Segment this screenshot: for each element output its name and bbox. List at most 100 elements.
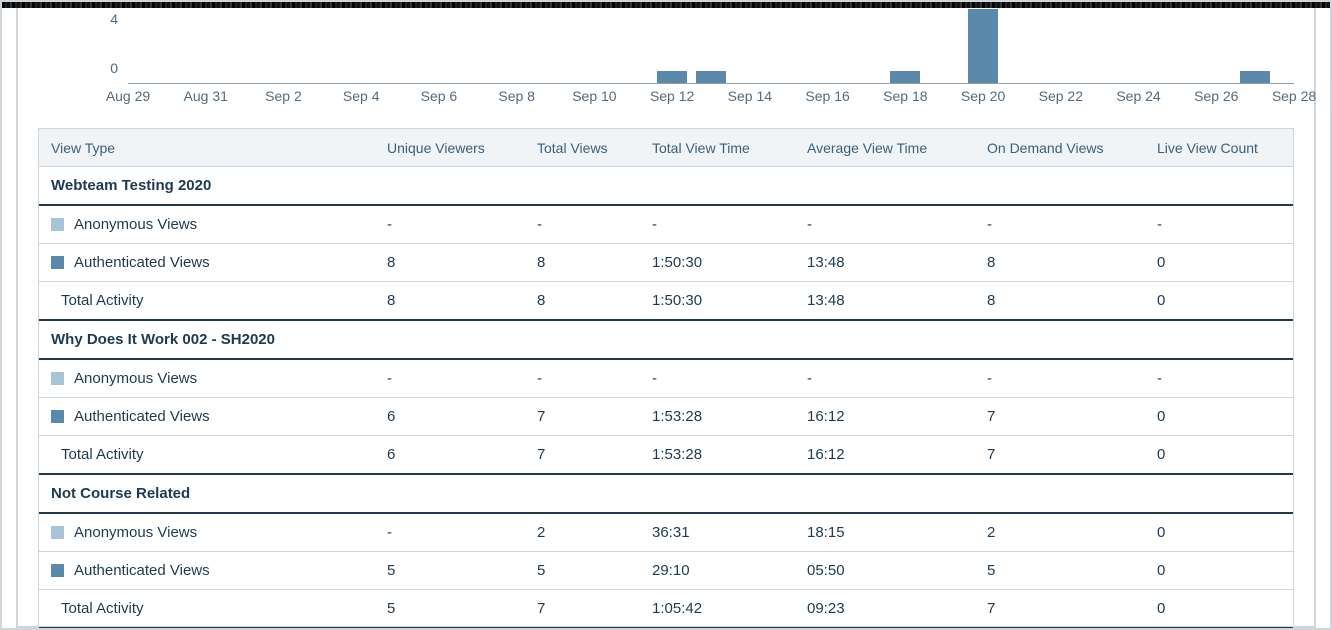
- table-header-cell[interactable]: Average View Time: [795, 131, 975, 165]
- table-cell: 05:50: [795, 553, 975, 588]
- table-group-row: Not Course Related: [39, 475, 1293, 514]
- table-cell: 8: [375, 245, 525, 280]
- swatch-authenticated-icon: [51, 564, 64, 577]
- chart-x-tick: Sep 2: [265, 88, 302, 104]
- chart-y-tick: 4: [110, 11, 118, 27]
- table-row: Authenticated Views5529:1005:5050: [39, 552, 1293, 590]
- table-cell: 7: [975, 437, 1145, 472]
- table-cell: 6: [375, 437, 525, 472]
- table-cell: 1:53:28: [640, 399, 795, 434]
- table-header-cell[interactable]: Live View Count: [1145, 131, 1293, 165]
- row-label: Anonymous Views: [74, 216, 197, 233]
- table-header-cell[interactable]: Total View Time: [640, 131, 795, 165]
- table-cell: -: [975, 207, 1145, 242]
- table-group-title: Why Does It Work 002 - SH2020: [39, 322, 1293, 357]
- table-cell: 29:10: [640, 553, 795, 588]
- chart-x-tick: Sep 24: [1116, 88, 1160, 104]
- table-row: Authenticated Views671:53:2816:1270: [39, 398, 1293, 436]
- table-cell: -: [525, 207, 640, 242]
- table-cell-view-type: Total Activity: [39, 283, 375, 318]
- table-cell: -: [795, 361, 975, 396]
- table-group-title: Not Course Related: [39, 476, 1293, 511]
- chart-x-tick: Sep 26: [1194, 88, 1238, 104]
- table-cell-view-type: Authenticated Views: [39, 399, 375, 434]
- swatch-authenticated-icon: [51, 410, 64, 423]
- table-header-cell[interactable]: Total Views: [525, 131, 640, 165]
- table-cell-view-type: Anonymous Views: [39, 361, 375, 396]
- chart-y-axis: 04: [38, 10, 124, 84]
- table-cell: 36:31: [640, 515, 795, 550]
- table-header-cell[interactable]: On Demand Views: [975, 131, 1145, 165]
- chart-x-tick: Aug 29: [106, 88, 150, 104]
- table-row: Total Activity671:53:2816:1270: [39, 436, 1293, 475]
- table-cell: 8: [375, 283, 525, 318]
- table-cell: 18:15: [795, 515, 975, 550]
- table-cell-view-type: Total Activity: [39, 591, 375, 626]
- table-cell: -: [640, 207, 795, 242]
- chart-bar: [968, 9, 998, 83]
- table-cell: 13:48: [795, 283, 975, 318]
- table-header-row: View TypeUnique ViewersTotal ViewsTotal …: [39, 129, 1293, 167]
- table-cell: 2: [525, 515, 640, 550]
- chart-y-tick: 0: [110, 60, 118, 76]
- table-cell: 09:23: [795, 591, 975, 626]
- chart-section: 04 Aug 29Aug 31Sep 2Sep 4Sep 6Sep 8Sep 1…: [38, 2, 1294, 102]
- table-cell: 0: [1145, 245, 1293, 280]
- row-label: Total Activity: [61, 446, 144, 463]
- table-cell: 0: [1145, 553, 1293, 588]
- table-cell: -: [375, 361, 525, 396]
- table-cell: 1:50:30: [640, 245, 795, 280]
- table-header-cell[interactable]: View Type: [39, 131, 375, 165]
- table-cell: 8: [975, 283, 1145, 318]
- table-row: Anonymous Views-236:3118:1520: [39, 514, 1293, 552]
- chart-x-tick: Sep 10: [572, 88, 616, 104]
- table-cell: 5: [375, 591, 525, 626]
- table-cell: 0: [1145, 399, 1293, 434]
- table-cell: -: [975, 361, 1145, 396]
- chart-x-tick: Sep 12: [650, 88, 694, 104]
- table-row: Total Activity881:50:3013:4880: [39, 282, 1293, 321]
- table-cell: -: [375, 207, 525, 242]
- row-label: Authenticated Views: [74, 562, 210, 579]
- table-cell: 13:48: [795, 245, 975, 280]
- table-group-row: Why Does It Work 002 - SH2020: [39, 321, 1293, 360]
- table-row: Authenticated Views881:50:3013:4880: [39, 244, 1293, 282]
- chart-x-tick: Sep 6: [421, 88, 458, 104]
- table-cell: 16:12: [795, 437, 975, 472]
- table-cell-view-type: Anonymous Views: [39, 207, 375, 242]
- swatch-anonymous-icon: [51, 218, 64, 231]
- table-cell: 7: [525, 437, 640, 472]
- table-cell: -: [795, 207, 975, 242]
- table-row: Total Activity571:05:4209:2370: [39, 590, 1293, 629]
- stats-table: View TypeUnique ViewersTotal ViewsTotal …: [38, 128, 1294, 629]
- table-cell-view-type: Authenticated Views: [39, 245, 375, 280]
- table-cell: 0: [1145, 515, 1293, 550]
- table-cell: 7: [525, 591, 640, 626]
- table-cell: 1:50:30: [640, 283, 795, 318]
- chart-x-tick: Sep 8: [498, 88, 535, 104]
- table-cell: 7: [525, 399, 640, 434]
- table-cell: -: [375, 515, 525, 550]
- swatch-anonymous-icon: [51, 526, 64, 539]
- chart-x-tick: Sep 28: [1272, 88, 1316, 104]
- chart-x-tick: Aug 31: [184, 88, 228, 104]
- swatch-anonymous-icon: [51, 372, 64, 385]
- content-panel: 04 Aug 29Aug 31Sep 2Sep 4Sep 6Sep 8Sep 1…: [16, 2, 1316, 628]
- row-label: Anonymous Views: [74, 370, 197, 387]
- table-cell: 5: [975, 553, 1145, 588]
- table-header-cell[interactable]: Unique Viewers: [375, 131, 525, 165]
- row-label: Total Activity: [61, 292, 144, 309]
- row-label: Authenticated Views: [74, 408, 210, 425]
- table-cell: -: [1145, 207, 1293, 242]
- table-cell: 7: [975, 399, 1145, 434]
- table-cell: 7: [975, 591, 1145, 626]
- table-cell: 5: [525, 553, 640, 588]
- bar-chart: 04 Aug 29Aug 31Sep 2Sep 4Sep 6Sep 8Sep 1…: [38, 10, 1294, 102]
- table-cell: 0: [1145, 591, 1293, 626]
- chart-x-tick: Sep 14: [728, 88, 772, 104]
- chart-bar: [890, 71, 920, 83]
- table-cell: 5: [375, 553, 525, 588]
- table-cell: -: [640, 361, 795, 396]
- page: 04 Aug 29Aug 31Sep 2Sep 4Sep 6Sep 8Sep 1…: [0, 0, 1332, 630]
- row-label: Anonymous Views: [74, 524, 197, 541]
